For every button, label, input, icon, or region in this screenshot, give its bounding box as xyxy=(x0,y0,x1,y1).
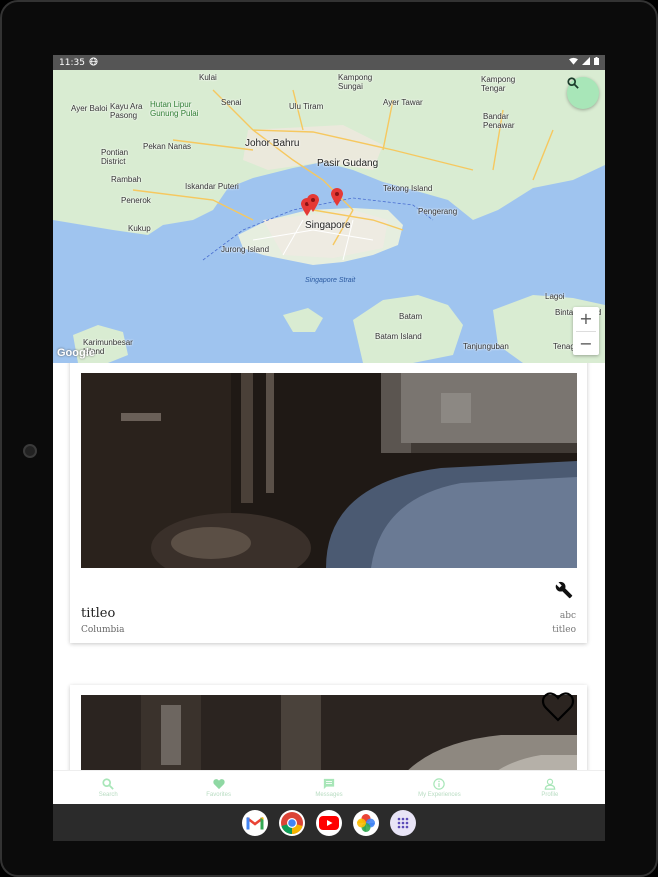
google-logo: Google xyxy=(57,347,95,359)
map-label-pasir-gudang: Pasir Gudang xyxy=(317,158,379,169)
listing-title: titleo xyxy=(81,606,116,621)
map-label-batam-island: Batam Island xyxy=(375,332,422,341)
status-bar: 11:35 xyxy=(53,55,605,70)
chat-icon xyxy=(323,778,335,790)
map-marker[interactable] xyxy=(307,194,319,212)
app-drawer[interactable] xyxy=(390,809,416,836)
map-label-lagoi: Lagoi xyxy=(545,292,565,301)
map-search-button[interactable] xyxy=(567,77,599,109)
listing-photo xyxy=(81,373,577,568)
map-label-johor-bahru: Johor Bahru xyxy=(245,138,300,149)
vpn-globe-icon xyxy=(89,56,98,69)
search-icon xyxy=(102,778,114,790)
info-icon xyxy=(433,778,446,790)
wrench-icon[interactable] xyxy=(555,581,573,599)
zoom-in-button[interactable]: + xyxy=(573,307,599,331)
map-label-batam: Batam xyxy=(399,312,423,321)
listing-location: Columbia xyxy=(81,625,125,635)
nav-profile[interactable]: Profile xyxy=(495,771,605,805)
nav-my-experiences-label: My Experiences xyxy=(418,792,461,798)
map-label-iskandar-puteri: Iskandar Puteri xyxy=(185,182,239,191)
nav-messages-label: Messages xyxy=(315,792,343,798)
map-label-pekan-nanas: Pekan Nanas xyxy=(143,142,192,151)
chrome-icon xyxy=(281,811,303,834)
nav-favorites[interactable]: Favorites xyxy=(163,771,273,805)
youtube-icon xyxy=(319,815,339,830)
zoom-out-button[interactable]: − xyxy=(573,332,599,356)
listing-tag: abc xyxy=(559,611,576,621)
bottom-navigation: Search Favorites Messages My Experiences… xyxy=(53,770,605,805)
map-label-kukup: Kukup xyxy=(128,224,151,233)
nav-messages[interactable]: Messages xyxy=(274,771,384,805)
tablet-frame: 11:35 Kulai Kampong Sungai Kampong Tenga… xyxy=(0,0,658,877)
nav-search-label: Search xyxy=(98,792,118,798)
zoom-controls: + − xyxy=(573,307,599,355)
status-time: 11:35 xyxy=(59,57,85,68)
listing-card[interactable] xyxy=(70,685,587,770)
photos-app[interactable] xyxy=(353,809,379,836)
map-label-tekong-island: Tekong Island xyxy=(383,184,433,193)
map-label-kayu-ara: Kayu Ara Pasong xyxy=(110,102,143,120)
map-label-ulu-tiram: Ulu Tiram xyxy=(289,102,324,111)
screen: 11:35 Kulai Kampong Sungai Kampong Tenga… xyxy=(53,55,605,841)
person-icon xyxy=(544,778,556,790)
app-dock xyxy=(53,804,605,841)
listing-card[interactable]: titleo Columbia abc titleo xyxy=(70,363,587,643)
nav-search[interactable]: Search xyxy=(53,771,163,805)
photos-icon xyxy=(357,813,375,832)
signal-icon xyxy=(582,57,590,68)
battery-icon xyxy=(594,57,599,68)
map-view[interactable]: Kulai Kampong Sungai Kampong Tengar Ayer… xyxy=(53,70,605,363)
map-label-jurong-island: Jurong Island xyxy=(221,245,270,254)
listing-photo xyxy=(81,695,577,770)
youtube-app[interactable] xyxy=(316,809,342,836)
search-icon xyxy=(567,77,579,89)
map-label-penerok: Penerok xyxy=(121,196,151,205)
map-label-bandar-penawar: Bandar Penawar xyxy=(483,112,515,130)
machinery-photo xyxy=(81,695,577,770)
front-camera xyxy=(23,444,37,458)
nav-my-experiences[interactable]: My Experiences xyxy=(384,771,494,805)
nav-profile-label: Profile xyxy=(541,792,559,798)
app-drawer-icon xyxy=(397,817,409,828)
listing-meta: titleo xyxy=(552,625,576,635)
favorite-heart-icon[interactable] xyxy=(541,691,575,723)
gmail-app[interactable] xyxy=(242,809,268,836)
map-label-kulai: Kulai xyxy=(199,73,217,82)
map-label-singapore-strait: Singapore Strait xyxy=(305,277,356,284)
map-label-tanjunguban: Tanjunguban xyxy=(463,342,509,351)
map-label-singapore: Singapore xyxy=(305,220,351,231)
map-label-hutan-lipur: Hutan Lipur Gunung Pulai xyxy=(150,100,199,118)
map-label-ayer-tawar: Ayer Tawar xyxy=(383,98,423,107)
map-label-pontian: Pontian District xyxy=(101,148,129,166)
chrome-app[interactable] xyxy=(279,809,305,836)
map-label-kampong-tengar: Kampong Tengar xyxy=(481,75,516,93)
map-label-senai: Senai xyxy=(221,98,242,107)
wifi-icon xyxy=(569,57,578,68)
heart-icon xyxy=(212,779,225,790)
machinery-photo xyxy=(81,373,577,568)
map-marker[interactable] xyxy=(331,188,343,206)
gmail-icon xyxy=(246,816,264,829)
nav-favorites-label: Favorites xyxy=(206,792,231,798)
map-label-kampong-sungai: Kampong Sungai xyxy=(338,73,373,91)
map-label-pengerang: Pengerang xyxy=(418,207,458,216)
map-label-ayer-baloi: Ayer Baloi xyxy=(71,104,108,113)
results-list[interactable]: titleo Columbia abc titleo xyxy=(53,363,605,770)
map-label-rambah: Rambah xyxy=(111,175,142,184)
